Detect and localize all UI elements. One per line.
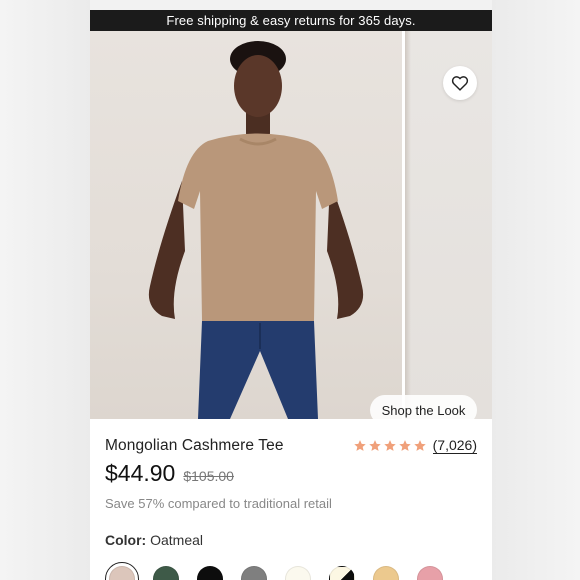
- promo-text: Free shipping & easy returns for 365 day…: [166, 13, 416, 28]
- star-icon: [398, 440, 411, 451]
- heart-icon: [451, 76, 469, 91]
- swatch-fill: [197, 566, 223, 580]
- product-photo-main[interactable]: [90, 31, 402, 419]
- star-icon: [368, 440, 381, 451]
- savings-text: Save 57% compared to traditional retail: [105, 496, 332, 511]
- star-icon: [383, 440, 396, 451]
- color-swatch-ivory[interactable]: [281, 562, 315, 580]
- color-swatches: [105, 562, 477, 580]
- star-icon: [413, 440, 426, 451]
- sale-price: $44.90: [105, 460, 176, 486]
- color-label: Color:: [105, 532, 147, 548]
- background-left: [0, 0, 90, 580]
- background-right: [492, 0, 580, 580]
- product-info: Mongolian Cashmere Tee (7,026) $44.90 $1…: [90, 436, 492, 580]
- swatch-fill: [329, 566, 355, 580]
- product-title: Mongolian Cashmere Tee: [105, 437, 284, 454]
- swatch-fill: [417, 566, 443, 580]
- swatch-fill: [109, 566, 135, 580]
- favorite-button[interactable]: [443, 66, 477, 100]
- review-count-link[interactable]: (7,026): [432, 438, 477, 454]
- shop-the-look-label: Shop the Look: [381, 402, 466, 418]
- price-row: $44.90 $105.00: [105, 460, 477, 487]
- color-swatch-ivory-black[interactable]: [325, 562, 359, 580]
- swatch-fill: [285, 566, 311, 580]
- color-swatch-oatmeal[interactable]: [105, 562, 139, 580]
- model-photo-illustration: [148, 41, 364, 419]
- product-image-gallery[interactable]: Shop the Look: [90, 31, 492, 419]
- color-swatch-green[interactable]: [149, 562, 183, 580]
- swatch-fill: [373, 566, 399, 580]
- title-row: Mongolian Cashmere Tee (7,026): [105, 436, 477, 456]
- original-price: $105.00: [183, 468, 234, 484]
- rating[interactable]: (7,026): [353, 438, 477, 454]
- star-icon: [353, 440, 366, 451]
- next-slide-edge: [405, 31, 411, 419]
- color-swatch-pink[interactable]: [413, 562, 447, 580]
- selected-color-value: Oatmeal: [150, 532, 204, 548]
- color-swatch-black[interactable]: [193, 562, 227, 580]
- swatch-fill: [153, 566, 179, 580]
- product-page: Free shipping & easy returns for 365 day…: [90, 10, 492, 580]
- color-selection-label: Color: Oatmeal: [105, 532, 477, 548]
- swatch-fill: [241, 566, 267, 580]
- color-swatch-tan[interactable]: [369, 562, 403, 580]
- color-swatch-gray[interactable]: [237, 562, 271, 580]
- promo-banner: Free shipping & easy returns for 365 day…: [90, 10, 492, 31]
- shop-the-look-button[interactable]: Shop the Look: [370, 395, 477, 419]
